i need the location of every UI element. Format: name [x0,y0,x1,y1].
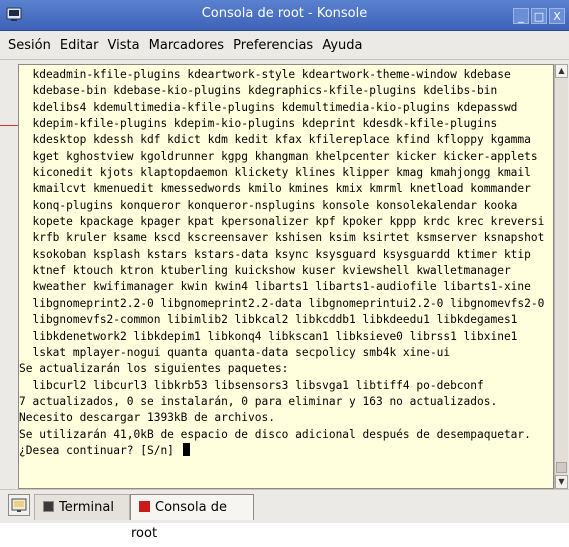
terminal-line: lskat mplayer-nogui quanta quanta-data s… [19,345,451,359]
tab-consola-de-root[interactable]: Consola de root [130,494,254,541]
new-session-icon [11,498,27,512]
tab-terminal-label: Terminal [59,500,114,515]
terminal-line: Se actualizarán los siguientes paquetes: [19,362,289,376]
window-title: Consola de root - Konsole [201,6,368,21]
vertical-scrollbar[interactable]: ▲ ▼ [554,64,568,489]
scroll-up-arrow-icon[interactable]: ▲ [555,64,568,78]
terminal-output[interactable]: kdeadmin-kfile-plugins kdeartwork-style … [18,64,554,489]
terminal-line: Se utilizarán 41,0kB de espacio de disco… [19,427,531,441]
terminal-line: kget kghostview kgoldrunner kgpg khangma… [19,149,538,163]
root-console-icon [139,501,150,512]
terminal-line: konq-plugins konqueror konqueror-nsplugi… [19,198,518,212]
menu-ayuda[interactable]: Ayuda [322,31,362,53]
terminal-text: kdeadmin-kfile-plugins kdeartwork-style … [19,67,553,459]
terminal-line: kdeadmin-kfile-plugins kdeartwork-style … [19,68,511,81]
terminal-line: ktnef ktouch ktron ktuberling kuickshow … [19,264,511,278]
text-cursor [182,442,190,456]
terminal-line: kopete kpackage kpager kpat kpersonalize… [19,215,545,229]
new-session-button[interactable] [8,494,30,516]
title-bar[interactable]: Consola de root - Konsole _ □ X [0,0,569,31]
terminal-line: kdesktop kdessh kdf kdict kdm kedit kfax… [19,133,531,147]
terminal-line: libgnomeprint2.2-0 libgnomeprint2.2-data… [19,296,545,310]
scroll-down-arrow-icon[interactable]: ▼ [555,475,568,489]
terminal-line: kdelibs4 kdemultimedia-kfile-plugins kde… [19,100,518,114]
window-controls: _ □ X [511,5,565,24]
menu-bar: Sesión Editar Vista Marcadores Preferenc… [0,31,569,60]
terminal-line: 7 actualizados, 0 se instalarán, 0 para … [19,394,498,408]
tab-terminal[interactable]: Terminal [34,494,130,520]
terminal-line: ksokoban ksplash kstars kstars-data ksyn… [19,247,531,261]
close-button[interactable]: X [549,8,565,24]
konsole-window: Consola de root - Konsole _ □ X Sesión Edi… [0,0,569,541]
terminal-line: krfb kruler ksame kscd kscreensaver kshi… [19,231,545,245]
menu-editar[interactable]: Editar [60,31,99,53]
menu-marcadores[interactable]: Marcadores [149,31,224,53]
scrollbar-thumb[interactable] [556,462,567,473]
red-marker-line [0,125,18,126]
terminal-line: kdepim-kfile-plugins kdepim-kio-plugins … [19,117,498,131]
menu-sesion[interactable]: Sesión [8,31,51,53]
session-tab-bar: Terminal Consola de root [0,489,569,541]
menu-vista[interactable]: Vista [108,31,140,53]
terminal-line: libcurl2 libcurl3 libkrb53 libsensors3 l… [19,378,484,392]
terminal-line: Necesito descargar 1393kB de archivos. [19,411,275,425]
terminal-line: kdebase-bin kdebase-kio-plugins kdegraph… [19,84,498,98]
menu-preferencias[interactable]: Preferencias [233,31,313,53]
terminal-line: kweather kwifimanager kwin kwin4 libarts… [19,280,531,294]
maximize-button[interactable]: □ [531,8,547,24]
terminal-line: libgnomevfs2-common libimlib2 libkcal2 l… [19,313,518,327]
terminal-line: libkdenetwork2 libkdepim1 libkonq4 libks… [19,329,518,343]
terminal-line: kiconedit kjots klaptopdaemon klickety k… [19,166,531,180]
terminal-line: ¿Desea continuar? [S/n] [19,442,553,459]
minimize-button[interactable]: _ [513,8,529,24]
terminal-icon [43,501,54,512]
terminal-line: kmailcvt kmenuedit kmessedwords kmilo km… [19,182,531,196]
